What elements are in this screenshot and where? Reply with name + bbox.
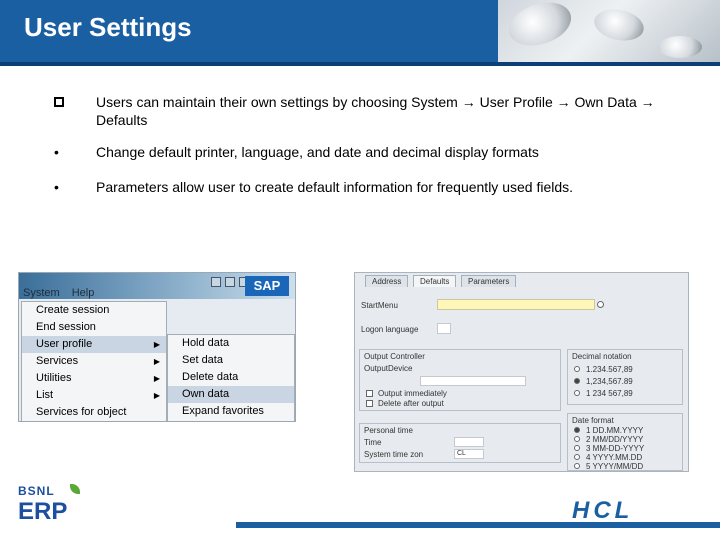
menu-help[interactable]: Help [72,287,95,299]
submenu-arrow-icon: ▶ [153,374,160,383]
decimal-option-label: 1.234.567,89 [586,365,633,374]
date-option-radio[interactable] [574,445,580,451]
system-menu: Create session End session User profile ▶… [21,301,167,421]
menu-item-utilities[interactable]: Utilities ▶ [22,370,166,387]
sap-defaults-form: Address Defaults Parameters StartMenu Lo… [354,272,689,472]
decimal-notation-group: Decimal notation 1.234.567,89 1,234,567.… [567,349,683,405]
output-immediately-checkbox[interactable] [366,390,373,397]
date-option-label: 4 YYYY.MM.DD [586,453,643,462]
time-input[interactable] [454,437,484,447]
menu-item-create-session[interactable]: Create session [22,302,166,319]
hcl-logo: HCL [572,497,634,524]
tab-parameters[interactable]: Parameters [461,275,517,287]
menu-item-set-data[interactable]: Set data [168,352,294,369]
submenu-arrow-icon: ▶ [153,391,160,400]
leaf-icon [70,484,80,494]
sap-menu-screenshot: SAP System Help Create session End sessio… [18,272,296,422]
header-stripe [0,62,720,66]
date-option-label: 2 MM/DD/YYYY [586,435,644,444]
date-option-label: 5 YYYY/MM/DD [586,462,644,471]
output-controller-group: Output Controller OutputDevice Output im… [359,349,561,411]
date-option-radio[interactable] [574,436,580,442]
time-label: Time [364,438,382,447]
title-bar: User Settings [0,0,720,62]
tab-defaults[interactable]: Defaults [413,275,457,287]
start-menu-label: StartMenu [361,301,398,310]
date-format-group: Date format 1 DD.MM.YYYY 2 MM/DD/YYYY 3 … [567,413,683,471]
date-option-radio[interactable] [574,427,580,433]
submenu-arrow-icon: ▶ [153,357,160,366]
tab-address[interactable]: Address [365,275,409,287]
menu-item-user-profile[interactable]: User profile ▶ [22,336,166,353]
personal-time-group: Personal time Time System time zon CL [359,423,561,463]
user-profile-submenu: Hold data Set data Delete data Own data … [167,334,295,421]
satellite-dish-image [498,0,720,62]
system-time-zone-label: System time zon [364,450,424,459]
bullet-text: Users can maintain their own settings by… [96,94,655,128]
decimal-option-radio[interactable] [574,366,580,372]
start-menu-input[interactable] [437,299,595,310]
date-option-radio[interactable] [574,463,580,469]
date-option-radio[interactable] [574,454,580,460]
delete-after-output-label: Delete after output [378,399,444,408]
square-bullet-icon [54,93,74,111]
decimal-option-label: 1,234,567.89 [586,377,633,386]
menu-item-hold-data[interactable]: Hold data [168,335,294,352]
bullet-text: Change default printer, language, and da… [96,144,539,160]
submenu-arrow-icon: ▶ [153,340,160,349]
personal-time-label: Personal time [364,426,413,435]
output-controller-label: Output Controller [364,352,425,361]
minimize-icon[interactable] [211,277,221,287]
value-help-icon[interactable] [597,301,604,308]
decimal-option-radio[interactable] [574,378,580,384]
output-device-label: OutputDevice [364,364,413,373]
menu-item-services-for-object[interactable]: Services for object [22,404,166,421]
menu-item-own-data[interactable]: Own data [168,386,294,403]
date-format-label: Date format [572,416,614,425]
delete-after-output-checkbox[interactable] [366,400,373,407]
menu-item-list[interactable]: List ▶ [22,387,166,404]
decimal-option-radio[interactable] [574,390,580,396]
decimal-option-label: 1 234 567,89 [586,389,633,398]
menu-item-end-session[interactable]: End session [22,319,166,336]
output-immediately-label: Output immediately [378,389,447,398]
menu-system[interactable]: System [23,287,60,299]
date-option-label: 1 DD.MM.YYYY [586,426,644,435]
bullet-dot-icon: • [54,144,59,160]
menu-item-expand-favorites[interactable]: Expand favorites [168,403,294,420]
menu-item-delete-data[interactable]: Delete data [168,369,294,386]
logon-language-input[interactable] [437,323,451,334]
maximize-icon[interactable] [225,277,235,287]
footer-bar [236,522,720,528]
logon-language-label: Logon language [361,325,419,334]
decimal-notation-label: Decimal notation [572,352,632,361]
sap-menubar: System Help [19,287,102,301]
sap-logo: SAP [245,276,289,296]
bullet-dot-icon: • [54,179,59,195]
date-option-label: 3 MM-DD-YYYY [586,444,645,453]
system-time-zone-input[interactable]: CL [454,449,484,459]
output-device-input[interactable] [420,376,526,386]
bsnl-erp-logo: BSNL ERP [18,484,88,528]
menu-item-services[interactable]: Services ▶ [22,353,166,370]
bullet-text: Parameters allow user to create default … [96,179,574,195]
page-title: User Settings [24,12,192,42]
